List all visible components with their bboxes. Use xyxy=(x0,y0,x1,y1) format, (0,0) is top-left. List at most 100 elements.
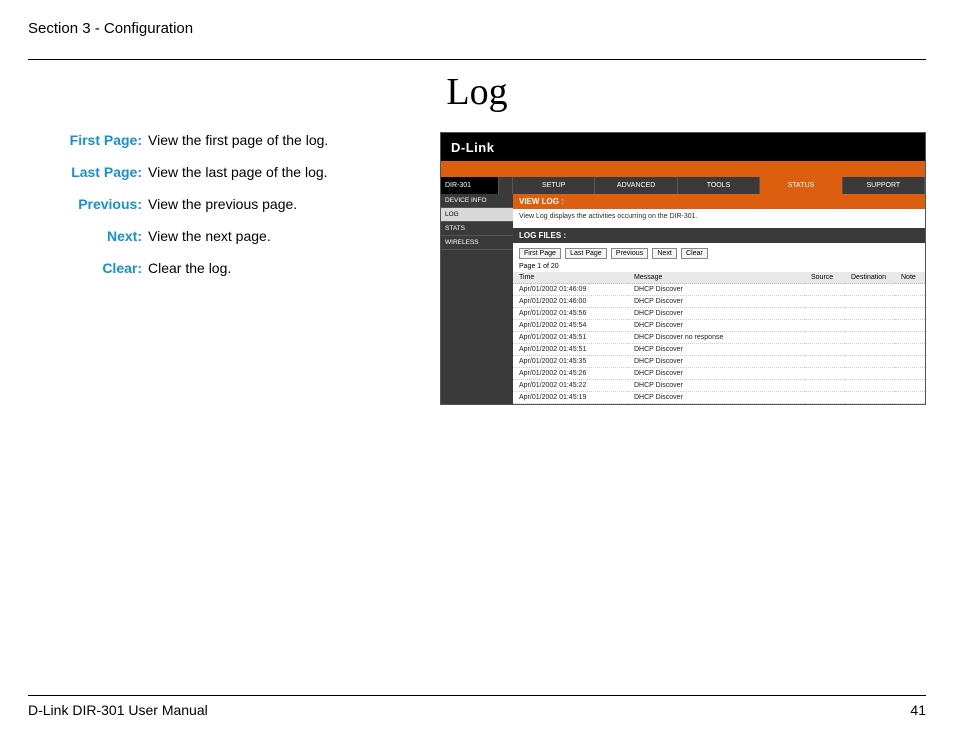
sidebar-item-wireless[interactable]: WIRELESS xyxy=(441,236,513,250)
glossary-def: View the previous page. xyxy=(148,196,297,212)
cell-destination xyxy=(845,332,895,344)
cell-message: DHCP Discover xyxy=(628,368,805,380)
last-page-button[interactable]: Last Page xyxy=(565,248,607,259)
col-message: Message xyxy=(628,272,805,284)
tab-status[interactable]: STATUS xyxy=(760,177,842,194)
glossary-def: View the last page of the log. xyxy=(148,164,328,180)
glossary-row: Previous: View the previous page. xyxy=(40,196,428,212)
dlink-logo: D-Link xyxy=(451,140,494,155)
cell-note xyxy=(895,308,925,320)
glossary-def: Clear the log. xyxy=(148,260,231,276)
cell-time: Apr/01/2002 01:45:22 xyxy=(513,380,628,392)
cell-time: Apr/01/2002 01:46:09 xyxy=(513,284,628,296)
cell-source xyxy=(805,356,845,368)
previous-button[interactable]: Previous xyxy=(611,248,648,259)
cell-time: Apr/01/2002 01:45:51 xyxy=(513,344,628,356)
page-title: Log xyxy=(28,70,926,114)
col-time: Time xyxy=(513,272,628,284)
table-row: Apr/01/2002 01:45:35DHCP Discover xyxy=(513,356,925,368)
table-row: Apr/01/2002 01:45:22DHCP Discover xyxy=(513,380,925,392)
sidebar-item-device-info[interactable]: DEVICE INFO xyxy=(441,194,513,208)
tab-support[interactable]: SUPPORT xyxy=(843,177,925,194)
cell-destination xyxy=(845,308,895,320)
next-button[interactable]: Next xyxy=(652,248,676,259)
glossary-row: First Page: View the first page of the l… xyxy=(40,132,428,148)
footer-manual-title: D-Link DIR-301 User Manual xyxy=(28,702,208,718)
cell-note xyxy=(895,332,925,344)
footer-page-number: 41 xyxy=(910,702,926,718)
glossary-term: Previous: xyxy=(40,196,148,212)
cell-note xyxy=(895,320,925,332)
cell-time: Apr/01/2002 01:45:19 xyxy=(513,392,628,404)
cell-message: DHCP Discover xyxy=(628,344,805,356)
glossary-list: First Page: View the first page of the l… xyxy=(28,132,428,405)
cell-destination xyxy=(845,296,895,308)
tab-tools[interactable]: TOOLS xyxy=(678,177,760,194)
glossary-term: Next: xyxy=(40,228,148,244)
cell-source xyxy=(805,344,845,356)
glossary-term: Last Page: xyxy=(40,164,148,180)
cell-destination xyxy=(845,380,895,392)
cell-time: Apr/01/2002 01:45:56 xyxy=(513,308,628,320)
cell-source xyxy=(805,296,845,308)
model-label: DIR-301 xyxy=(441,177,499,194)
cell-message: DHCP Discover xyxy=(628,296,805,308)
glossary-term: Clear: xyxy=(40,260,148,276)
table-row: Apr/01/2002 01:45:26DHCP Discover xyxy=(513,368,925,380)
cell-time: Apr/01/2002 01:46:00 xyxy=(513,296,628,308)
nav-divider xyxy=(499,177,513,194)
panel-header-viewlog: VIEW LOG : xyxy=(513,194,925,209)
col-source: Source xyxy=(805,272,845,284)
cell-time: Apr/01/2002 01:45:35 xyxy=(513,356,628,368)
glossary-row: Last Page: View the last page of the log… xyxy=(40,164,428,180)
cell-source xyxy=(805,308,845,320)
cell-note xyxy=(895,356,925,368)
table-header-row: Time Message Source Destination Note xyxy=(513,272,925,284)
cell-message: DHCP Discover xyxy=(628,392,805,404)
section-header: Section 3 - Configuration xyxy=(28,20,926,37)
cell-message: DHCP Discover xyxy=(628,320,805,332)
tab-setup[interactable]: SETUP xyxy=(513,177,595,194)
col-note: Note xyxy=(895,272,925,284)
nav-row: DIR-301 SETUP ADVANCED TOOLS STATUS SUPP… xyxy=(441,177,925,194)
col-destination: Destination xyxy=(845,272,895,284)
content-pane: VIEW LOG : View Log displays the activit… xyxy=(513,194,925,404)
header-rule xyxy=(28,59,926,60)
cell-destination xyxy=(845,392,895,404)
router-body: DEVICE INFO LOG STATS WIRELESS VIEW LOG … xyxy=(441,194,925,404)
glossary-row: Next: View the next page. xyxy=(40,228,428,244)
tab-advanced[interactable]: ADVANCED xyxy=(595,177,677,194)
cell-note xyxy=(895,380,925,392)
sidebar-item-log[interactable]: LOG xyxy=(441,208,513,222)
cell-note xyxy=(895,296,925,308)
table-row: Apr/01/2002 01:46:09DHCP Discover xyxy=(513,284,925,296)
cell-message: DHCP Discover xyxy=(628,308,805,320)
logo-bar: D-Link xyxy=(441,133,925,161)
cell-source xyxy=(805,332,845,344)
cell-note xyxy=(895,284,925,296)
cell-destination xyxy=(845,320,895,332)
cell-source xyxy=(805,380,845,392)
first-page-button[interactable]: First Page xyxy=(519,248,561,259)
panel-header-logfiles: LOG FILES : xyxy=(513,228,925,243)
table-row: Apr/01/2002 01:45:19DHCP Discover xyxy=(513,392,925,404)
cell-destination xyxy=(845,368,895,380)
sidebar-item-stats[interactable]: STATS xyxy=(441,222,513,236)
clear-button[interactable]: Clear xyxy=(681,248,708,259)
cell-source xyxy=(805,284,845,296)
table-row: Apr/01/2002 01:45:56DHCP Discover xyxy=(513,308,925,320)
orange-band xyxy=(441,161,925,177)
cell-note xyxy=(895,368,925,380)
cell-destination xyxy=(845,284,895,296)
cell-message: DHCP Discover xyxy=(628,284,805,296)
log-table: Time Message Source Destination Note Apr… xyxy=(513,272,925,404)
table-row: Apr/01/2002 01:46:00DHCP Discover xyxy=(513,296,925,308)
glossary-row: Clear: Clear the log. xyxy=(40,260,428,276)
cell-message: DHCP Discover xyxy=(628,356,805,368)
cell-message: DHCP Discover no response xyxy=(628,332,805,344)
page-footer: D-Link DIR-301 User Manual 41 xyxy=(28,695,926,718)
cell-source xyxy=(805,320,845,332)
cell-time: Apr/01/2002 01:45:54 xyxy=(513,320,628,332)
glossary-def: View the first page of the log. xyxy=(148,132,328,148)
log-button-row: First Page Last Page Previous Next Clear xyxy=(513,243,925,261)
